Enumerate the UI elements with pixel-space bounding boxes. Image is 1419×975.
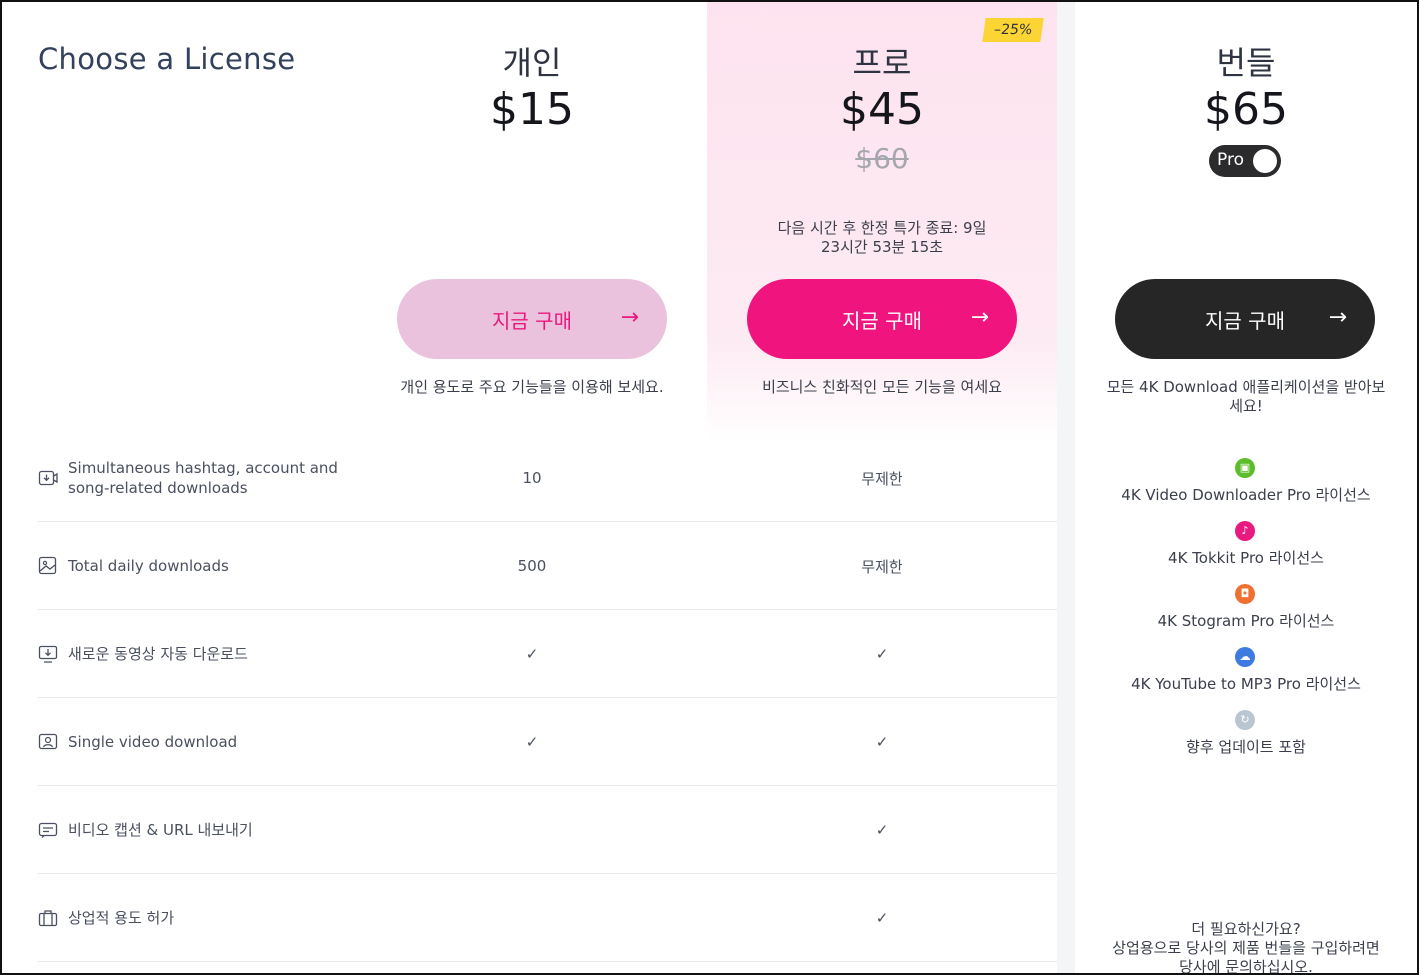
bundle-item: ♪ 4K Tokkit Pro 라이선스 (1075, 521, 1417, 584)
tokkit-icon: ♪ (1235, 521, 1255, 541)
plan-name: 프로 (852, 44, 912, 82)
caption-icon (38, 822, 58, 838)
plan-name: 번들 (1216, 44, 1276, 82)
plan-description: 비즈니스 친화적인 모든 기능을 여세요 (762, 378, 1002, 396)
feature-row: Single video download ✓ ✓ (38, 698, 1057, 786)
plan-description: 개인 용도로 주요 기능들을 이용해 보세요. (400, 378, 664, 396)
feature-label: 비디오 캡션 & URL 내보내기 (68, 821, 253, 839)
stogram-icon: ◘ (1235, 584, 1255, 604)
pro-toggle-label: Pro (1217, 150, 1244, 170)
check-icon: ✓ (875, 909, 889, 927)
bundle-item-label: 4K Video Downloader Pro 라이선스 (1121, 486, 1371, 504)
arrow-right-icon: → (970, 305, 989, 330)
plan-name: 개인 (502, 44, 562, 82)
profile-icon (38, 733, 58, 750)
monitor-download-icon (38, 645, 58, 663)
plan-bundle: 번들 $65 Pro 지금 구매 → 모든 4K Download 애플리케이션… (1075, 2, 1417, 975)
buy-button-label: 지금 구매 (1205, 308, 1285, 333)
bundle-item: ↻ 향후 업데이트 포함 (1075, 710, 1417, 773)
pro-toggle[interactable]: Pro (1209, 145, 1281, 177)
feature-row: Total daily downloads 500 무제한 (38, 522, 1057, 610)
buy-personal-button[interactable]: 지금 구매 → (397, 279, 667, 359)
contact-text: 상업용으로 당사의 제품 번들을 구입하려면 당사에 문의하십시오. (1112, 939, 1380, 975)
feature-value-pro: 무제한 (861, 557, 903, 576)
plan-price: $65 (1204, 84, 1288, 135)
arrow-right-icon: → (620, 305, 639, 330)
buy-bundle-button[interactable]: 지금 구매 → (1115, 279, 1375, 359)
promo-countdown: 다음 시간 후 한정 특가 종료: 9일 23시간 53분 15초 (777, 219, 987, 256)
toggle-knob (1253, 149, 1277, 173)
check-icon: ✓ (525, 733, 539, 751)
feature-value-personal (362, 786, 702, 874)
buy-pro-button[interactable]: 지금 구매 → (747, 279, 1017, 359)
contact-title: 더 필요하신가요? (1191, 920, 1301, 938)
pricing-page: Choose a License 개인 $15 지금 구매 → 개인 용도로 주… (0, 0, 1419, 975)
bundle-item-label: 향후 업데이트 포함 (1186, 738, 1306, 756)
bundle-item-label: 4K YouTube to MP3 Pro 라이선스 (1131, 675, 1361, 693)
feature-value-personal (362, 874, 702, 962)
bundle-item-label: 4K Tokkit Pro 라이선스 (1168, 549, 1324, 567)
feature-value-pro: 무제한 (861, 469, 903, 488)
feature-value-personal: 500 (517, 557, 547, 575)
bundle-item: ◘ 4K Stogram Pro 라이선스 (1075, 584, 1417, 647)
bundle-item: ☁ 4K YouTube to MP3 Pro 라이선스 (1075, 647, 1417, 710)
old-price: $60 (855, 142, 909, 175)
feature-label: Simultaneous hashtag, account and song-r… (68, 459, 338, 497)
check-icon: ✓ (875, 733, 889, 751)
arrow-right-icon: → (1328, 305, 1347, 330)
contact-note: 더 필요하신가요? 상업용으로 당사의 제품 번들을 구입하려면 당사에 문의하… (1105, 920, 1387, 975)
check-icon: ✓ (525, 645, 539, 663)
youtube-to-mp3-icon: ☁ (1235, 647, 1255, 667)
briefcase-icon (38, 910, 58, 927)
video-downloader-icon: ▣ (1235, 458, 1255, 478)
column-divider (1057, 2, 1075, 973)
bundle-item-label: 4K Stogram Pro 라이선스 (1157, 612, 1335, 630)
buy-button-label: 지금 구매 (842, 308, 922, 333)
page-title: Choose a License (38, 42, 296, 76)
feature-label: Single video download (68, 733, 238, 751)
feature-row: 새로운 동영상 자동 다운로드 ✓ ✓ (38, 610, 1057, 698)
feature-table: Simultaneous hashtag, account and song-r… (38, 434, 1057, 962)
bundle-items: ▣ 4K Video Downloader Pro 라이선스 ♪ 4K Tokk… (1075, 458, 1417, 773)
download-hashtag-icon (38, 470, 58, 486)
bundle-item: ▣ 4K Video Downloader Pro 라이선스 (1075, 458, 1417, 521)
feature-row: 상업적 용도 허가 ✓ (38, 874, 1057, 962)
feature-label: 새로운 동영상 자동 다운로드 (68, 645, 248, 663)
feature-value-personal: 10 (522, 469, 542, 487)
feature-label: 상업적 용도 허가 (68, 909, 175, 927)
feature-row: 비디오 캡션 & URL 내보내기 ✓ (38, 786, 1057, 874)
updates-icon: ↻ (1235, 710, 1255, 730)
check-icon: ✓ (875, 821, 889, 839)
plan-price: $15 (490, 84, 574, 135)
buy-button-label: 지금 구매 (492, 308, 572, 333)
feature-row: Simultaneous hashtag, account and song-r… (38, 434, 1057, 522)
check-icon: ✓ (875, 645, 889, 663)
plan-price: $45 (840, 84, 924, 135)
plan-description: 모든 4K Download 애플리케이션을 받아보세요! (1106, 378, 1386, 415)
image-download-icon (38, 556, 57, 575)
feature-label: Total daily downloads (68, 557, 229, 575)
